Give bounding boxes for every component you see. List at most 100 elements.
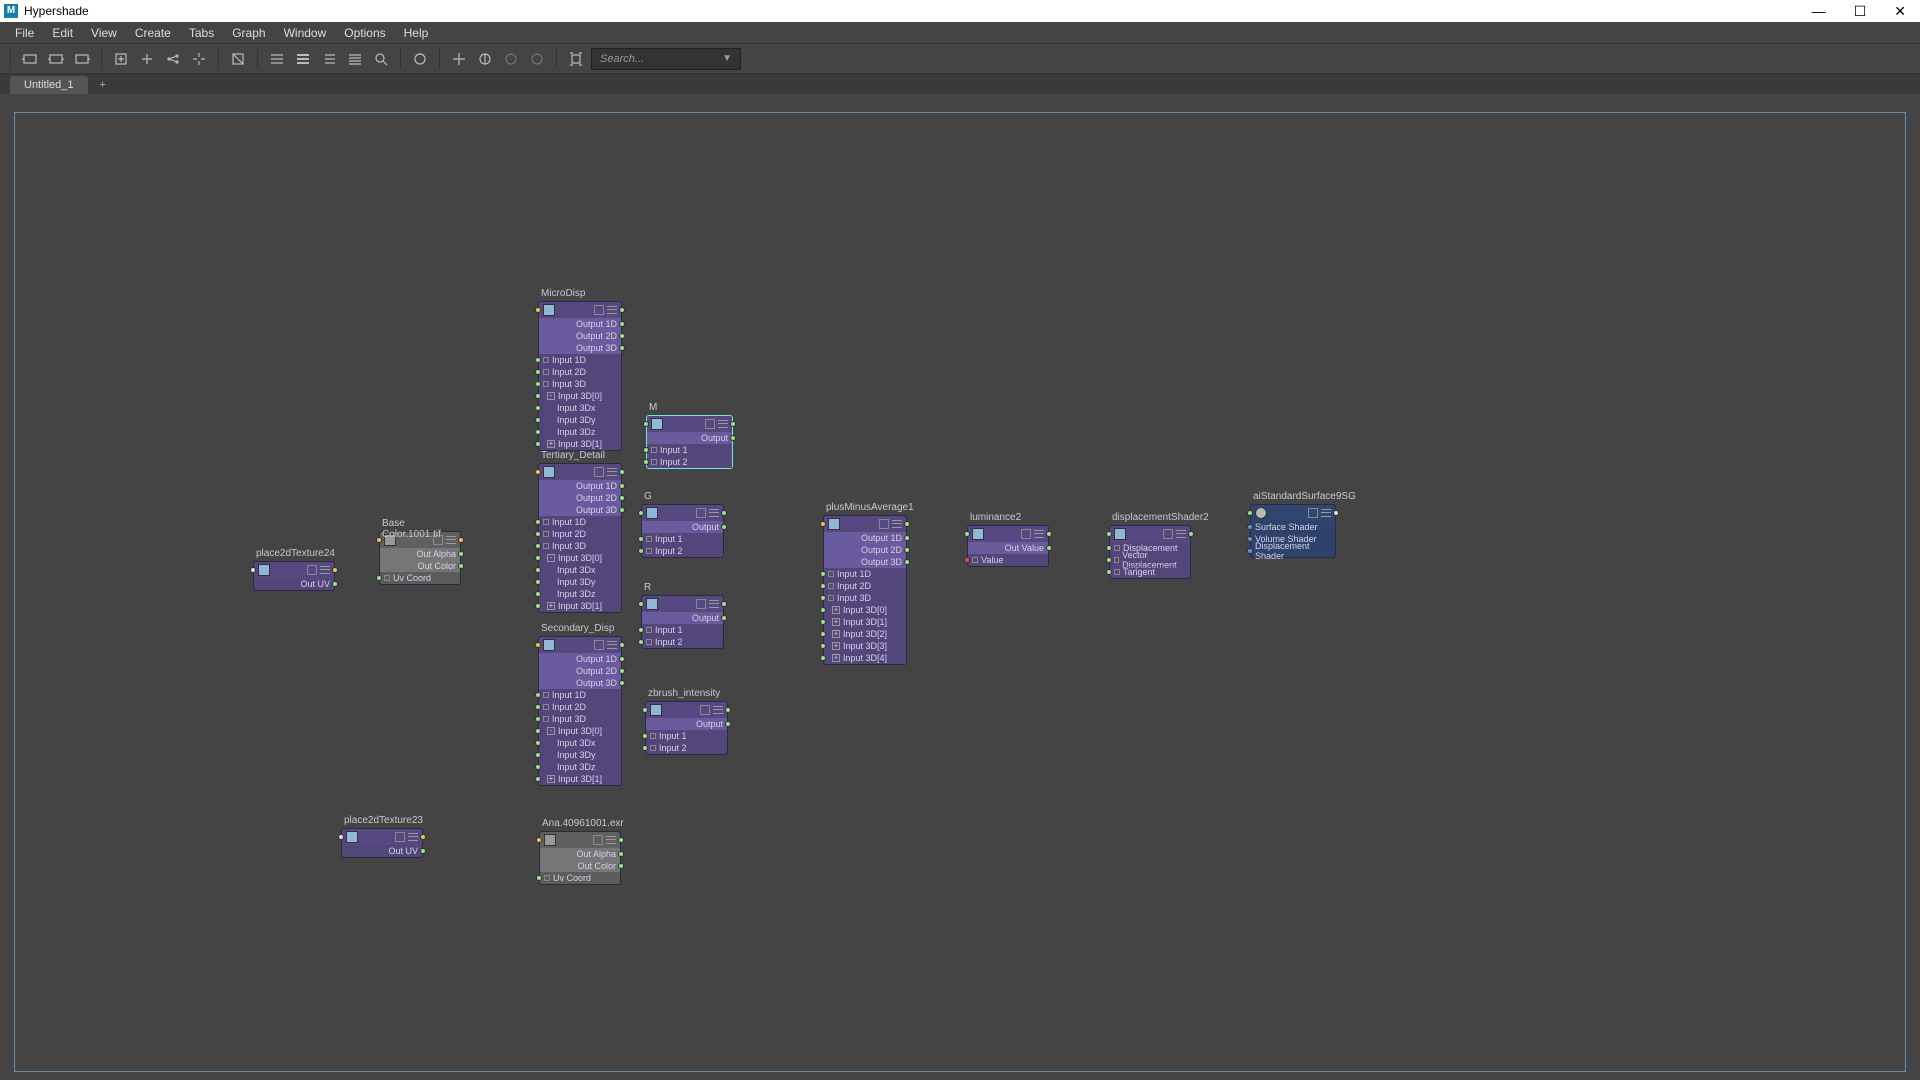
- file-swatch-icon: [544, 834, 556, 846]
- tool-rearrange-icon[interactable]: [162, 48, 184, 70]
- tool-list3-icon[interactable]: [318, 48, 340, 70]
- tab-strip: Untitled_1 +: [0, 74, 1920, 94]
- node-title: displacementShader2: [1112, 512, 1209, 523]
- tool-output-connections-icon[interactable]: [71, 48, 93, 70]
- node-title: R: [644, 582, 651, 593]
- node-displacementshader2[interactable]: displacementShader2 Displacement Vector …: [1109, 525, 1191, 579]
- node-place2dtexture23[interactable]: place2dTexture23 Out UV: [341, 828, 423, 858]
- node-type-icon: [543, 304, 555, 316]
- port-uv-coord: Uv Coord: [393, 573, 431, 583]
- node-type-icon: [543, 466, 555, 478]
- tool-snap2-icon[interactable]: [500, 48, 522, 70]
- app-logo: M: [4, 4, 18, 18]
- node-title: place2dTexture24: [256, 548, 335, 559]
- tool-clear-icon[interactable]: [227, 48, 249, 70]
- node-tertiary-detail[interactable]: Tertiary_Detail Output 1D Output 2D Outp…: [538, 463, 622, 613]
- menu-tabs[interactable]: Tabs: [180, 26, 223, 40]
- search-placeholder: Search...: [600, 53, 644, 65]
- node-luminance2[interactable]: luminance2 Out Value Value: [967, 525, 1049, 567]
- node-plusminusaverage1[interactable]: plusMinusAverage1 Output 1D Output 2D Ou…: [823, 515, 907, 665]
- tool-zoom-icon[interactable]: [370, 48, 392, 70]
- node-r-multiply[interactable]: R Output Input 1 Input 2: [641, 595, 724, 649]
- menu-edit[interactable]: Edit: [43, 26, 82, 40]
- tab-add-icon[interactable]: +: [92, 76, 114, 94]
- node-title: Tertiary_Detail: [541, 450, 605, 461]
- maximize-icon[interactable]: ☐: [1854, 3, 1867, 20]
- tool-sync-icon[interactable]: [409, 48, 431, 70]
- port-surface-shader: Surface Shader: [1255, 522, 1318, 532]
- node-aistandardsurface9sg[interactable]: aiStandardSurface9SG Surface Shader Volu…: [1250, 504, 1336, 558]
- node-type-icon: [543, 639, 555, 651]
- search-input[interactable]: Search... ▼: [591, 48, 741, 70]
- node-title: Base Color.1001.tif: [382, 518, 460, 540]
- node-type-icon: [651, 418, 663, 430]
- port-in3d1: Input 3D[1]: [558, 439, 602, 449]
- node-type-icon: [646, 598, 658, 610]
- node-ana-file[interactable]: Ana.40961001.exr Out Alpha Out Color Uv …: [539, 831, 621, 885]
- node-title: zbrush_intensity: [648, 688, 720, 699]
- tab-untitled[interactable]: Untitled_1: [10, 76, 88, 94]
- node-base-color-file[interactable]: Base Color.1001.tif Out Alpha Out Color …: [379, 531, 461, 585]
- node-type-icon: [650, 704, 662, 716]
- tool-list2-icon[interactable]: [292, 48, 314, 70]
- node-m-multiply[interactable]: M Output Input 1 Input 2: [646, 415, 733, 469]
- node-place2dtexture24[interactable]: place2dTexture24 Out UV: [253, 561, 335, 591]
- node-graph-canvas[interactable]: place2dTexture24 Out UV Base Color.1001.…: [14, 112, 1906, 1072]
- tool-input-connections-icon[interactable]: [19, 48, 41, 70]
- port-in3d: Input 3D: [552, 379, 586, 389]
- tool-frame-icon[interactable]: [565, 48, 587, 70]
- tool-grid-icon[interactable]: [448, 48, 470, 70]
- port-input2: Input 2: [660, 457, 688, 467]
- node-type-icon: [258, 564, 270, 576]
- node-type-icon: [972, 528, 984, 540]
- tool-io-connections-icon[interactable]: [45, 48, 67, 70]
- menu-create[interactable]: Create: [126, 26, 180, 40]
- node-g-multiply[interactable]: G Output Input 1 Input 2: [641, 504, 724, 558]
- port-out-uv: Out UV: [300, 579, 330, 589]
- port-in3d0: Input 3D[0]: [558, 391, 602, 401]
- node-type-icon: [346, 831, 358, 843]
- node-type-icon: [828, 518, 840, 530]
- port-output: Output: [701, 433, 728, 443]
- node-type-icon: [1114, 528, 1126, 540]
- port-tangent: Tangent: [1123, 567, 1155, 577]
- node-type-icon: [646, 507, 658, 519]
- node-microdisp[interactable]: MicroDisp Output 1D Output 2D Output 3D …: [538, 301, 622, 451]
- menu-view[interactable]: View: [82, 26, 126, 40]
- port-in1d: Input 1D: [552, 355, 586, 365]
- tool-remove-icon[interactable]: [136, 48, 158, 70]
- menu-file[interactable]: File: [6, 26, 43, 40]
- connection-wires: [15, 113, 315, 263]
- menu-window[interactable]: Window: [275, 26, 336, 40]
- node-title: plusMinusAverage1: [826, 502, 914, 513]
- node-title: Ana.40961001.exr: [542, 818, 624, 829]
- shading-group-icon: [1255, 507, 1267, 519]
- menu-help[interactable]: Help: [395, 26, 438, 40]
- tool-add-icon[interactable]: [110, 48, 132, 70]
- menu-options[interactable]: Options: [335, 26, 394, 40]
- chevron-down-icon: ▼: [722, 53, 732, 64]
- tool-snap1-icon[interactable]: [474, 48, 496, 70]
- node-title: M: [649, 402, 657, 413]
- tool-list4-icon[interactable]: [344, 48, 366, 70]
- port-out2d: Output 2D: [576, 331, 617, 341]
- node-title: G: [644, 491, 652, 502]
- minimize-icon[interactable]: —: [1812, 3, 1826, 20]
- port-in2d: Input 2D: [552, 367, 586, 377]
- port-out1d: Output 1D: [576, 319, 617, 329]
- port-out-alpha: Out Alpha: [416, 549, 456, 559]
- node-zbrush-intensity[interactable]: zbrush_intensity Output Input 1 Input 2: [645, 701, 728, 755]
- window-title: Hypershade: [24, 4, 89, 18]
- menu-bar: File Edit View Create Tabs Graph Window …: [0, 22, 1920, 44]
- node-secondary-disp[interactable]: Secondary_Disp Output 1D Output 2D Outpu…: [538, 636, 622, 786]
- tool-expand-icon[interactable]: [188, 48, 210, 70]
- node-title: luminance2: [970, 512, 1021, 523]
- window-titlebar: M Hypershade — ☐ ✕: [0, 0, 1920, 22]
- port-value: Value: [981, 555, 1003, 565]
- node-title: aiStandardSurface9SG: [1253, 491, 1356, 502]
- tool-snap3-icon[interactable]: [526, 48, 548, 70]
- node-title: place2dTexture23: [344, 815, 423, 826]
- menu-graph[interactable]: Graph: [223, 26, 274, 40]
- tool-list1-icon[interactable]: [266, 48, 288, 70]
- close-icon[interactable]: ✕: [1894, 3, 1906, 20]
